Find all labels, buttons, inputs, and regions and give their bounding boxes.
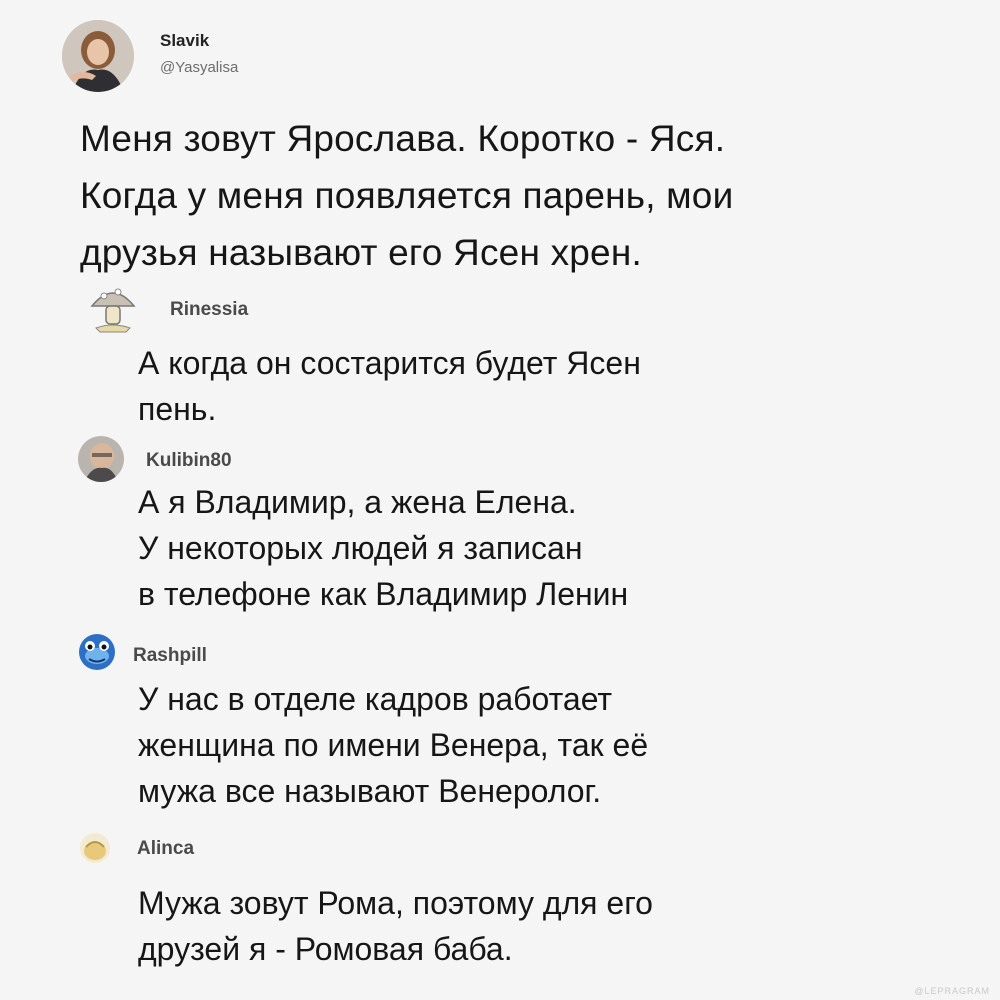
- profile-photo-icon: [78, 436, 124, 482]
- comment-line: А когда он состарится будет Ясен: [138, 345, 641, 381]
- tweet-line: Меня зовут Ярослава. Коротко - Яся.: [80, 118, 726, 159]
- comment-text: У нас в отделе кадров работает женщина п…: [138, 676, 648, 814]
- comment-avatar-rinessia[interactable]: [88, 282, 138, 338]
- small-photo-avatar-icon: [80, 833, 110, 863]
- comment-avatar-alinca[interactable]: [80, 833, 110, 863]
- comment-avatar-rashpill[interactable]: [76, 630, 118, 672]
- watermark: @LEPRAGRAM: [914, 986, 990, 996]
- tweet-line: Когда у меня появляется парень, мои: [80, 175, 734, 216]
- comment-text: А я Владимир, а жена Елена. У некоторых …: [138, 479, 628, 617]
- comment-line: в телефоне как Владимир Ленин: [138, 576, 629, 612]
- comment-author[interactable]: Rashpill: [133, 645, 207, 667]
- comment-avatar-kulibin80[interactable]: [78, 436, 124, 482]
- comment-author[interactable]: Alinca: [137, 838, 194, 860]
- mushroom-avatar-icon: [90, 288, 136, 333]
- comment-line: У некоторых людей я записан: [138, 530, 583, 566]
- comment-text: Мужа зовут Рома, поэтому для его друзей …: [138, 880, 653, 972]
- comment-line: пень.: [138, 391, 217, 427]
- comment-author[interactable]: Rinessia: [170, 299, 248, 321]
- comment-line: А я Владимир, а жена Елена.: [138, 484, 577, 520]
- comment-line: женщина по имени Венера, так её: [138, 727, 649, 763]
- comment-author[interactable]: Kulibin80: [146, 450, 232, 472]
- comment-line: мужа все называют Венеролог.: [138, 773, 602, 809]
- blue-creature-avatar-icon: [79, 634, 115, 670]
- comment-line: Мужа зовут Рома, поэтому для его: [138, 885, 653, 921]
- comment-text: А когда он состарится будет Ясен пень.: [138, 340, 641, 432]
- comment-line: друзей я - Ромовая баба.: [138, 931, 513, 967]
- tweet-line: друзья называют его Ясен хрен.: [80, 232, 642, 273]
- profile-photo-icon: [62, 20, 134, 92]
- tweet-author-name[interactable]: Slavik: [160, 31, 209, 51]
- tweet-author-handle[interactable]: @Yasyalisa: [160, 59, 238, 76]
- comment-line: У нас в отделе кадров работает: [138, 681, 613, 717]
- tweet-author-avatar[interactable]: [62, 20, 134, 92]
- tweet-text: Меня зовут Ярослава. Коротко - Яся. Когд…: [80, 110, 733, 281]
